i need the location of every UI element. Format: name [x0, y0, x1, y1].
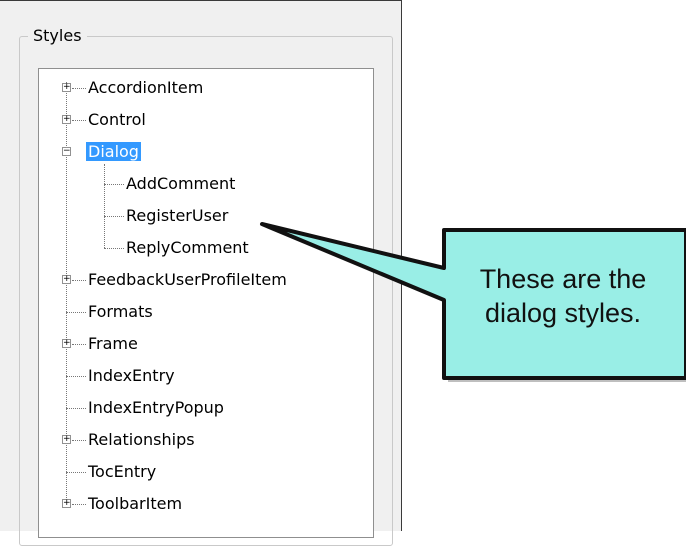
callout-line-2: dialog styles. [484, 298, 642, 328]
callout-text: These are the dialog styles. [448, 262, 678, 330]
callout-line-1: These are the [479, 264, 647, 294]
